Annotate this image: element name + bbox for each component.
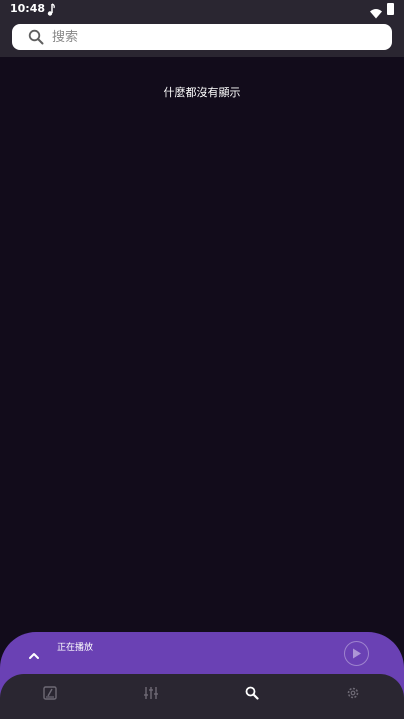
status-bar: 10:48 <box>0 0 404 20</box>
nav-item-search[interactable] <box>240 686 264 706</box>
battery-icon <box>387 3 394 15</box>
bottom-navigation <box>0 674 404 719</box>
play-button[interactable] <box>344 641 369 666</box>
empty-state-message: 什麼都沒有顯示 <box>163 86 241 99</box>
main-content: 什麼都沒有顯示 <box>0 57 404 632</box>
status-time: 10:48 <box>10 2 46 15</box>
now-playing-label: 正在播放 <box>57 643 94 653</box>
search-icon <box>28 29 44 45</box>
equalizer-icon <box>144 687 158 699</box>
wifi-icon <box>370 4 382 19</box>
music-library-icon <box>43 686 57 700</box>
chevron-up-icon[interactable] <box>24 646 44 666</box>
gear-icon <box>347 687 359 699</box>
nav-item-equalizer[interactable] <box>139 686 163 706</box>
app-bar <box>0 20 404 57</box>
search-input[interactable] <box>52 27 372 47</box>
search-box[interactable] <box>12 24 392 50</box>
nav-item-settings[interactable] <box>341 686 365 706</box>
search-icon <box>245 686 259 700</box>
nav-item-library[interactable] <box>38 686 62 706</box>
music-note-icon <box>46 2 56 16</box>
play-icon <box>353 648 361 659</box>
